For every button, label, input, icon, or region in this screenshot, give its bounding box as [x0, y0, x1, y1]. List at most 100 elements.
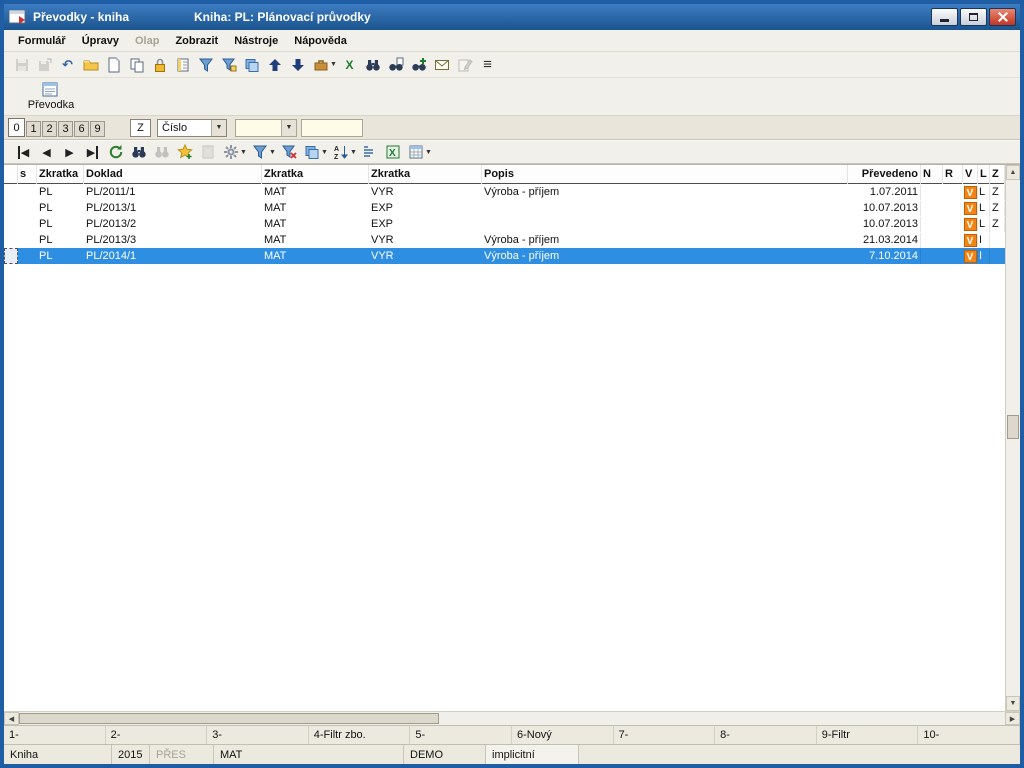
layers-icon[interactable]: [240, 54, 263, 75]
action-menu-icon[interactable]: [309, 54, 332, 75]
column-header-prevedeno[interactable]: Převedeno: [848, 165, 921, 184]
find-add-icon[interactable]: [407, 54, 430, 75]
row-marker[interactable]: [4, 200, 18, 216]
table-row[interactable]: PLPL/2014/1MATVYRVýroba - příjem7.10.201…: [4, 248, 1005, 264]
table-row[interactable]: PLPL/2013/2MATEXP10.07.2013VLZ: [4, 216, 1005, 232]
scroll-left-icon[interactable]: ◀: [4, 712, 19, 725]
sort-icon[interactable]: AZ: [329, 142, 352, 163]
fkey-5[interactable]: 5-: [410, 726, 512, 744]
filter-clear-icon[interactable]: [277, 142, 300, 163]
horizontal-scrollbar[interactable]: ◀ ▶: [4, 711, 1020, 725]
save-close-icon[interactable]: [33, 54, 56, 75]
table-row[interactable]: PLPL/2013/3MATVYRVýroba - příjem21.03.20…: [4, 232, 1005, 248]
mail-icon[interactable]: [430, 54, 453, 75]
menu-formulář[interactable]: Formulář: [10, 32, 74, 50]
copy-icon[interactable]: [125, 54, 148, 75]
view-menu-icon[interactable]: [300, 142, 323, 163]
grid-menu-icon[interactable]: [404, 142, 427, 163]
lock-icon[interactable]: [148, 54, 171, 75]
filter-icon[interactable]: [194, 54, 217, 75]
filter-tab-3[interactable]: 3: [58, 121, 73, 137]
column-header-doklad[interactable]: Doklad: [84, 165, 262, 184]
fkey-9[interactable]: 9-Filtr: [817, 726, 919, 744]
save-icon[interactable]: [10, 54, 33, 75]
table-row[interactable]: PLPL/2011/1MATVYRVýroba - příjem1.07.201…: [4, 184, 1005, 200]
filter-tab-2[interactable]: 2: [42, 121, 57, 137]
fkey-7[interactable]: 7-: [614, 726, 716, 744]
maximize-button[interactable]: [960, 8, 987, 26]
column-header-s[interactable]: s: [18, 165, 37, 184]
fkey-6[interactable]: 6-Nový: [512, 726, 614, 744]
column-header-r[interactable]: R: [943, 165, 963, 184]
excel-export-icon[interactable]: X: [338, 54, 361, 75]
paste-record-icon[interactable]: [196, 142, 219, 163]
fkey-10[interactable]: 10-: [918, 726, 1020, 744]
edit-note-icon[interactable]: [453, 54, 476, 75]
minimize-button[interactable]: [931, 8, 958, 26]
row-marker[interactable]: [4, 216, 18, 232]
context-menu-icon[interactable]: ≡: [476, 54, 499, 75]
last-record-icon[interactable]: ▶: [81, 142, 104, 163]
vertical-scroll-thumb[interactable]: [1007, 415, 1019, 439]
filter-value-combo[interactable]: ▼: [235, 119, 297, 137]
column-header-zkratka2[interactable]: Zkratka: [262, 165, 369, 184]
menu-olap[interactable]: Olap: [127, 32, 167, 50]
field-selector-combo[interactable]: Číslo ▼: [157, 119, 227, 137]
first-record-icon[interactable]: ◀: [12, 142, 35, 163]
filter-tab-0[interactable]: 0: [8, 118, 25, 137]
refresh-icon[interactable]: [104, 142, 127, 163]
find-document-icon[interactable]: [384, 54, 407, 75]
filter-tab-6[interactable]: 6: [74, 121, 89, 137]
find-icon[interactable]: [361, 54, 384, 75]
close-button[interactable]: [989, 8, 1016, 26]
table-row[interactable]: PLPL/2013/1MATEXP10.07.2013VLZ: [4, 200, 1005, 216]
horizontal-scroll-thumb[interactable]: [19, 713, 439, 724]
row-marker[interactable]: [4, 248, 18, 264]
outline-icon[interactable]: [358, 142, 381, 163]
menu-nápověda[interactable]: Nápověda: [286, 32, 355, 50]
new-document-icon[interactable]: [102, 54, 125, 75]
find-icon[interactable]: [127, 142, 150, 163]
settings-menu-icon[interactable]: [219, 142, 242, 163]
fkey-4[interactable]: 4-Filtr zbo.: [309, 726, 411, 744]
filter-menu-icon[interactable]: [248, 142, 271, 163]
chevron-down-icon[interactable]: ▼: [211, 120, 226, 136]
fkey-1[interactable]: 1-: [4, 726, 106, 744]
sort-menu-arrow-icon[interactable]: ▼: [350, 149, 358, 156]
prev-record-icon[interactable]: ◀: [35, 142, 58, 163]
menu-zobrazit[interactable]: Zobrazit: [167, 32, 226, 50]
move-down-icon[interactable]: [286, 54, 309, 75]
column-header-z[interactable]: Z: [990, 165, 1005, 184]
filter-value-input[interactable]: [301, 119, 363, 137]
grid-menu-arrow-icon[interactable]: ▼: [425, 149, 433, 156]
menu-nástroje[interactable]: Nástroje: [226, 32, 286, 50]
next-record-icon[interactable]: ▶: [58, 142, 81, 163]
filter-values-icon[interactable]: [217, 54, 240, 75]
column-header-zkratka3[interactable]: Zkratka: [369, 165, 482, 184]
chevron-down-icon[interactable]: ▼: [281, 120, 296, 136]
row-marker[interactable]: [4, 184, 18, 200]
fkey-2[interactable]: 2-: [106, 726, 208, 744]
scroll-down-icon[interactable]: ▼: [1006, 696, 1020, 711]
move-up-icon[interactable]: [263, 54, 286, 75]
column-header-n[interactable]: N: [921, 165, 943, 184]
prevodka-button[interactable]: Převodka: [16, 79, 86, 115]
add-favorite-icon[interactable]: [173, 142, 196, 163]
filter-tab-1[interactable]: 1: [26, 121, 41, 137]
fkey-8[interactable]: 8-: [715, 726, 817, 744]
fkey-3[interactable]: 3-: [207, 726, 309, 744]
view-menu-arrow-icon[interactable]: ▼: [321, 149, 329, 156]
menu-úpravy[interactable]: Úpravy: [74, 32, 127, 50]
find-next-icon[interactable]: [150, 142, 173, 163]
undo-icon[interactable]: ↶: [56, 54, 79, 75]
notebook-icon[interactable]: [171, 54, 194, 75]
column-header-zkratka1[interactable]: Zkratka: [37, 165, 84, 184]
open-icon[interactable]: [79, 54, 102, 75]
column-header-popis[interactable]: Popis: [482, 165, 848, 184]
scroll-up-icon[interactable]: ▲: [1006, 165, 1020, 180]
settings-menu-arrow-icon[interactable]: ▼: [240, 149, 248, 156]
filter-menu-arrow-icon[interactable]: ▼: [269, 149, 277, 156]
column-header-v[interactable]: V: [963, 165, 978, 184]
row-marker[interactable]: [4, 232, 18, 248]
action-menu-arrow-icon[interactable]: ▼: [330, 61, 338, 68]
